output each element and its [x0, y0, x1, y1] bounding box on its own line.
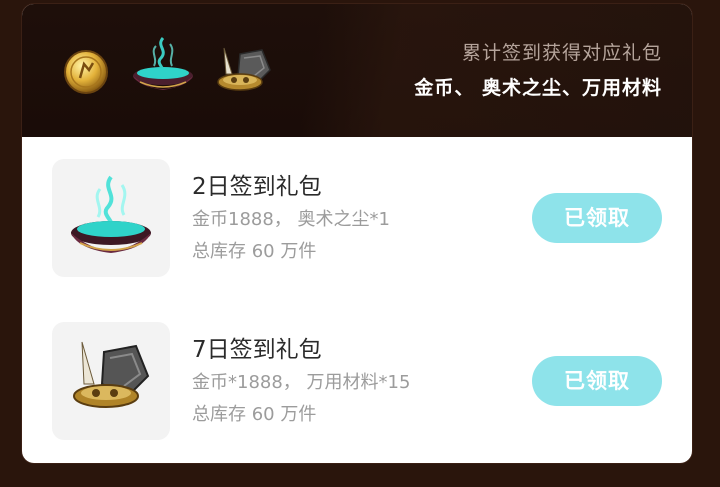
claimed-button[interactable]: 已领取: [532, 356, 662, 406]
claimed-button[interactable]: 已领取: [532, 193, 662, 243]
gift-stock: 总库存 60 万件: [192, 241, 317, 262]
header-text: 累计签到获得对应礼包 金币、 奥术之尘、万用材料: [414, 38, 662, 100]
gift-stock: 总库存 60 万件: [192, 404, 317, 425]
header-subtitle: 累计签到获得对应礼包: [461, 42, 662, 64]
rewards-header: 累计签到获得对应礼包 金币、 奥术之尘、万用材料: [22, 4, 692, 137]
universal-material-icon: [73, 341, 150, 408]
gift-row-7-day: 7日签到礼包 金币*1888， 万用材料*15 总库存 60 万件 已领取: [22, 322, 692, 442]
gift-thumbnail: [52, 159, 170, 277]
arcane-dust-icon: [71, 175, 151, 253]
header-rewards-list: 金币、 奥术之尘、万用材料: [414, 77, 662, 99]
gift-description: 金币1888， 奥术之尘*1: [192, 209, 390, 230]
gift-title: 2日签到礼包: [192, 174, 322, 200]
gift-title: 7日签到礼包: [192, 337, 322, 363]
gold-coin-icon: [62, 48, 110, 100]
arcane-dust-icon: [128, 32, 198, 102]
gift-row-2-day: 2日签到礼包 金币1888， 奥术之尘*1 总库存 60 万件 已领取: [22, 159, 692, 279]
gift-description: 金币*1888， 万用材料*15: [192, 372, 411, 393]
gift-thumbnail: [52, 322, 170, 440]
signin-rewards-card: 累计签到获得对应礼包 金币、 奥术之尘、万用材料 2日签到礼包 金币1888， …: [22, 4, 692, 463]
universal-material-icon: [210, 40, 276, 104]
